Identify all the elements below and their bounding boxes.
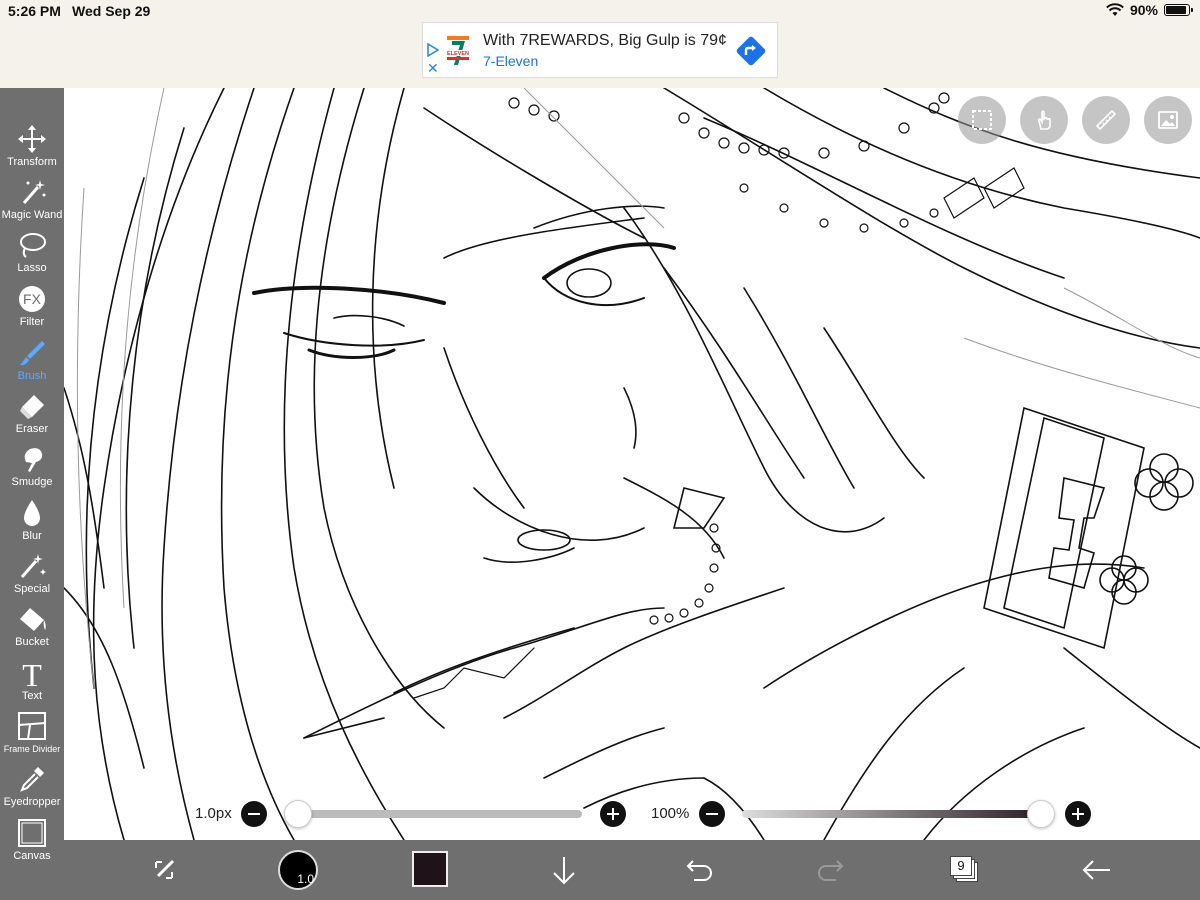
brush-size-decrease-button[interactable] — [241, 801, 267, 827]
brush-size-increase-button[interactable] — [600, 801, 626, 827]
brush-icon — [20, 341, 45, 366]
brush-size-track[interactable] — [296, 810, 582, 818]
battery-icon — [1164, 4, 1193, 16]
tool-bucket-label: Bucket — [15, 636, 49, 648]
tool-smudge-label: Smudge — [11, 476, 53, 488]
canvas-icon — [18, 819, 46, 847]
special-pen-icon — [20, 554, 46, 578]
ruler-icon — [1095, 109, 1117, 131]
battery-fill — [1166, 6, 1186, 14]
reference-button[interactable] — [1144, 96, 1192, 144]
opacity-slider-handle[interactable] — [1027, 800, 1055, 828]
text-icon: T — [22, 658, 42, 688]
selection-icon — [972, 110, 992, 130]
tool-text-label: Text — [21, 690, 43, 702]
ad-logo-text: ELEVEN — [447, 51, 469, 57]
quick-menu-icon[interactable] — [148, 854, 180, 886]
tool-lasso-label: Lasso — [17, 262, 47, 274]
opacity-track[interactable] — [742, 810, 1040, 818]
opacity-decrease-button[interactable] — [699, 801, 725, 827]
ad-brand: 7-Eleven — [483, 53, 539, 69]
move-arrows-icon — [18, 125, 46, 153]
adchoices-icon[interactable] — [426, 43, 440, 57]
tool-filter[interactable]: FX Filter — [0, 284, 64, 337]
tool-magic-wand-label: Magic Wand — [1, 209, 63, 221]
arrow-down-icon[interactable] — [548, 854, 580, 886]
ad-headline: With 7REWARDS, Big Gulp is 79¢ — [483, 32, 727, 49]
tool-special[interactable]: Special — [0, 551, 64, 604]
bucket-icon — [20, 608, 46, 631]
brush-size-indicator-label: 1.0 — [297, 872, 314, 886]
eyedropper-icon — [20, 767, 44, 792]
selection-button[interactable] — [958, 96, 1006, 144]
tool-transform-label: Transform — [7, 156, 57, 168]
text-glyph: T — [22, 658, 42, 688]
brush-size-value: 1.0px — [195, 805, 232, 822]
battery-percent: 90% — [1129, 2, 1158, 18]
tool-eraser-label: Eraser — [15, 423, 49, 435]
tool-text[interactable]: T Text — [0, 658, 64, 711]
back-arrow-icon[interactable] — [1080, 854, 1112, 886]
tool-brush[interactable]: Brush — [0, 338, 64, 391]
fx-icon: FX — [19, 286, 45, 312]
color-swatch[interactable] — [412, 851, 448, 887]
ad-banner[interactable]: ✕ ELEVEN With 7REWARDS, Big Gulp is 79¢ … — [422, 22, 778, 78]
directions-arrow-icon[interactable] — [735, 35, 767, 67]
droplet-icon — [24, 500, 40, 526]
tool-blur[interactable]: Blur — [0, 498, 64, 551]
opacity-increase-button[interactable] — [1065, 801, 1091, 827]
tool-magic-wand[interactable]: Magic Wand — [0, 177, 64, 230]
bottom-bar: 1.0 9 — [64, 840, 1200, 900]
magic-wand-icon — [22, 180, 46, 204]
ruler-button[interactable] — [1082, 96, 1130, 144]
tool-frame-divider-label: Frame Divider — [3, 744, 61, 754]
undo-icon[interactable] — [682, 854, 714, 886]
tool-lasso[interactable]: Lasso — [0, 230, 64, 283]
status-right: 90% — [1106, 2, 1193, 18]
opacity-value: 100% — [651, 805, 690, 822]
status-bar: 5:26 PM Wed Sep 29 90% — [0, 0, 1200, 22]
eraser-icon — [20, 395, 44, 419]
tool-transform[interactable]: Transform — [0, 124, 64, 177]
layer-count: 9 — [957, 858, 965, 873]
drawing-canvas[interactable] — [64, 88, 1200, 840]
status-time: 5:26 PM — [8, 3, 61, 19]
line-art — [64, 88, 1200, 840]
brush-size-slider-handle[interactable] — [284, 800, 312, 828]
tool-frame-divider[interactable]: Frame Divider — [0, 711, 64, 764]
tool-brush-label: Brush — [17, 370, 47, 382]
gesture-button[interactable] — [1020, 96, 1068, 144]
frame-divider-icon — [18, 712, 46, 740]
brush-size-indicator[interactable]: 1.0 — [278, 850, 318, 890]
tool-eyedropper-label: Eyedropper — [3, 796, 61, 808]
tool-canvas[interactable]: Canvas — [0, 818, 64, 871]
smudge-icon — [24, 448, 43, 472]
tool-blur-label: Blur — [22, 530, 42, 542]
image-icon — [1158, 111, 1178, 129]
tool-eraser[interactable]: Eraser — [0, 391, 64, 444]
lasso-icon — [20, 233, 46, 258]
seven-eleven-logo-icon: ELEVEN — [446, 34, 470, 66]
status-date: Wed Sep 29 — [72, 3, 151, 19]
wifi-icon — [1106, 3, 1124, 16]
tool-bucket[interactable]: Bucket — [0, 604, 64, 657]
tool-canvas-label: Canvas — [13, 850, 51, 862]
tool-special-label: Special — [13, 583, 51, 595]
redo-icon[interactable] — [816, 854, 848, 886]
fx-glyph: FX — [23, 291, 42, 307]
hand-pointer-icon — [1037, 110, 1051, 130]
tool-smudge[interactable]: Smudge — [0, 444, 64, 497]
tool-panel: Transform Magic Wand Lasso FX Filter Bru… — [0, 88, 64, 900]
tool-eyedropper[interactable]: Eyedropper — [0, 764, 64, 817]
tool-filter-label: Filter — [19, 316, 45, 328]
ad-close-icon[interactable]: ✕ — [427, 61, 439, 75]
layers-button[interactable]: 9 — [950, 856, 980, 884]
app-root: 5:26 PM Wed Sep 29 90% ✕ ELEVEN With 7RE… — [0, 0, 1200, 900]
